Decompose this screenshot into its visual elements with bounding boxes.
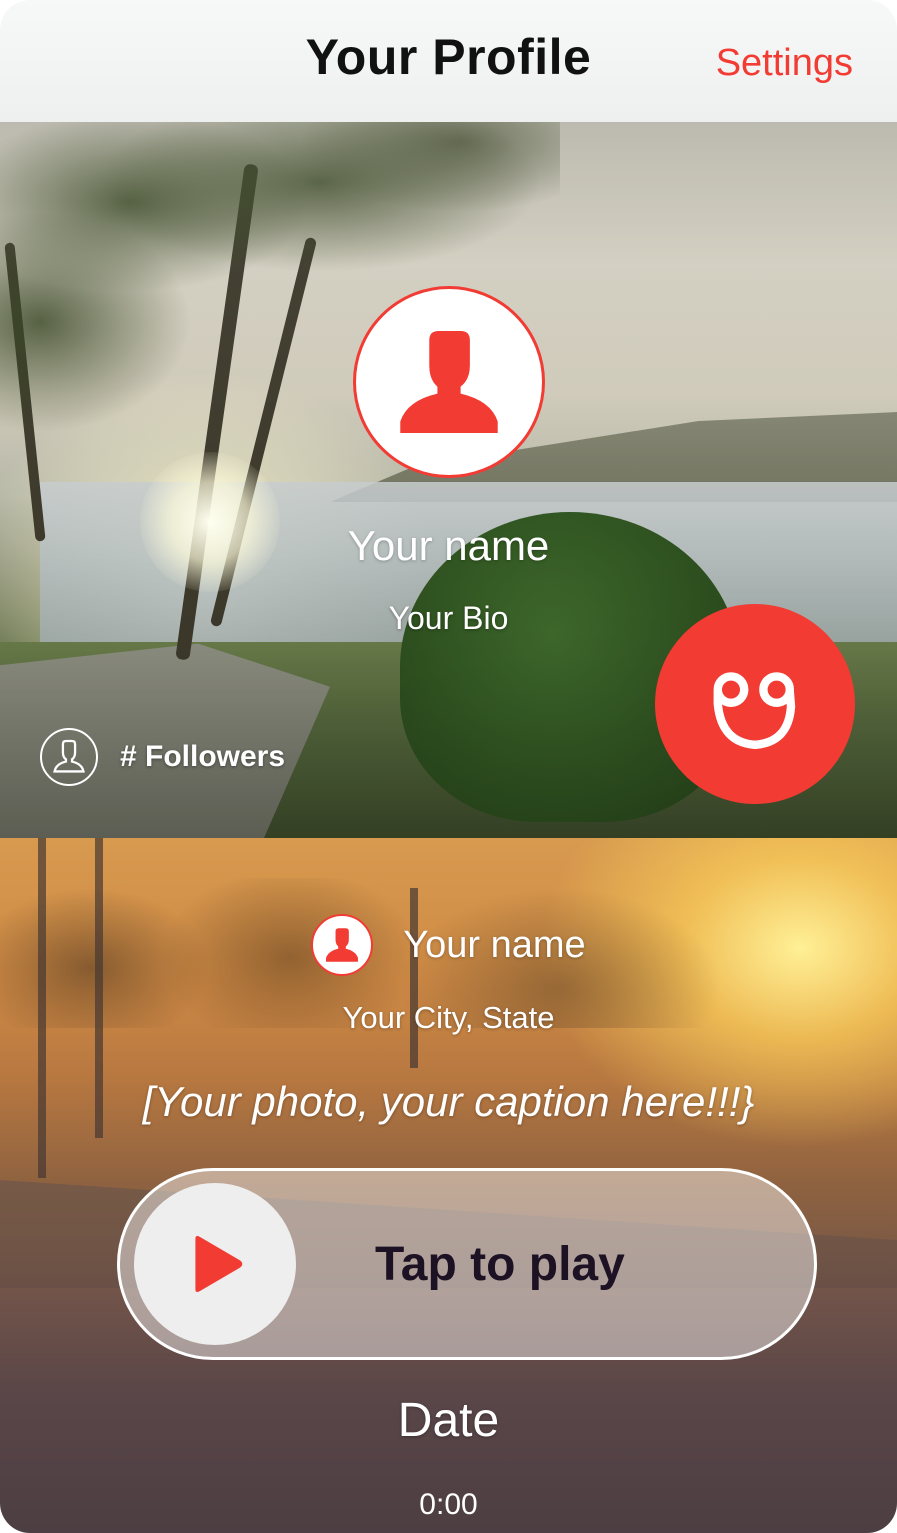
post-card: Your name Your City, State [Your photo, … [0,838,897,1533]
followers-icon [40,728,98,786]
person-icon [326,928,359,962]
post-author-avatar[interactable] [311,914,374,976]
app-logo-button[interactable] [655,604,855,804]
play-button[interactable]: Tap to play [117,1168,817,1360]
smiley-logo-icon [713,672,796,750]
settings-button[interactable]: Settings [716,42,853,85]
post-author: Your name [0,913,897,977]
followers-count: # Followers [120,740,286,773]
person-icon [400,330,498,434]
app-screen: Your Profile Settings Your name Your Bio [0,0,897,1533]
post-duration: 0:00 [419,1488,478,1521]
profile-avatar[interactable] [353,286,545,478]
post-date: Date [397,1394,500,1447]
post-location: Your City, State [342,1000,555,1035]
play-icon [195,1236,243,1292]
profile-name: Your name [347,522,550,569]
followers-link[interactable]: # Followers [40,727,285,787]
profile-cover: Your name Your Bio # Followers [0,122,897,838]
header-bar: Your Profile Settings [0,0,897,122]
play-label: Tap to play [375,1238,625,1291]
play-circle [134,1183,296,1345]
post-author-name[interactable]: Your name [403,924,585,967]
post-caption: [Your photo, your caption here!!!} [142,1078,755,1125]
